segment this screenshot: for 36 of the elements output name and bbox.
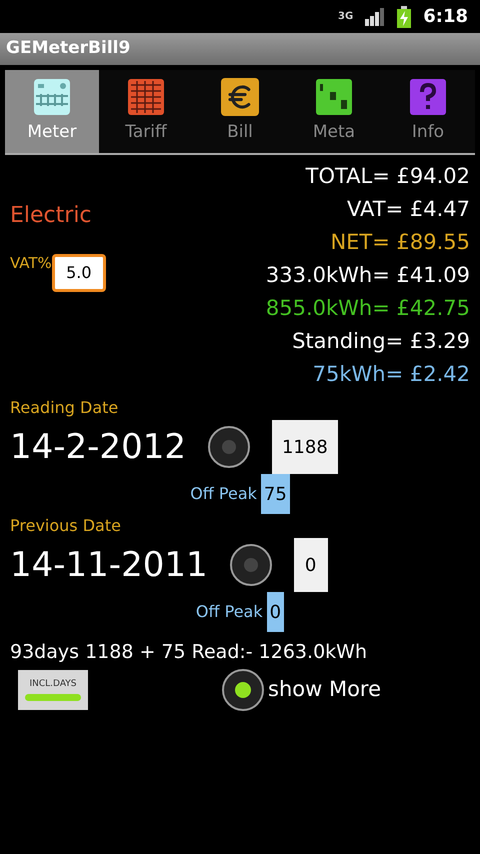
- radio-button[interactable]: [222, 668, 264, 710]
- incl-days-toggle[interactable]: INCL.DAYS: [18, 670, 88, 710]
- vat-label: VAT%: [10, 253, 52, 274]
- summary-text: 93days 1188 + 75 Read:- 1263.0kWh: [10, 640, 368, 665]
- cost-line: NET= £89.55: [330, 229, 470, 256]
- steps-icon: [315, 78, 353, 116]
- date-label: Previous Date: [10, 515, 122, 537]
- radio-button[interactable]: [230, 544, 272, 586]
- cost-line: TOTAL= £94.02: [306, 163, 470, 190]
- reading-field[interactable]: 1188: [272, 420, 338, 474]
- signal-icon: [365, 8, 386, 26]
- date-value: 14-2-2012: [10, 427, 186, 467]
- window-title: GEMeterBill9: [6, 37, 130, 60]
- cost-line: 75kWh= £2.42: [312, 361, 470, 388]
- network-type: 3G: [338, 12, 354, 22]
- euro-icon: [221, 78, 259, 116]
- off-peak-label: Off Peak: [196, 601, 263, 623]
- cost-line: Standing= £3.29: [292, 328, 470, 355]
- vat-field[interactable]: 5.0: [52, 254, 106, 292]
- off-peak-label: Off Peak: [190, 483, 257, 505]
- meter-icon: [33, 78, 71, 116]
- cost-line: 333.0kWh= £41.09: [266, 262, 470, 289]
- help-icon: [409, 78, 447, 116]
- cost-line: 855.0kWh= £42.75: [266, 295, 470, 322]
- off-peak-field[interactable]: 75: [260, 474, 290, 514]
- radio-button[interactable]: [208, 426, 250, 468]
- show-more-label: show More: [268, 676, 382, 703]
- off-peak-field[interactable]: 0: [266, 592, 284, 632]
- fuel-type: Electric: [10, 202, 93, 230]
- date-value: 14-11-2011: [10, 545, 208, 585]
- clock: 6:18: [423, 5, 468, 29]
- reading-field[interactable]: 0: [294, 538, 328, 592]
- battery-charging-icon: [397, 6, 412, 28]
- grid-icon: [127, 78, 165, 116]
- date-label: Reading Date: [10, 397, 120, 419]
- cost-line: VAT= £4.47: [347, 196, 470, 223]
